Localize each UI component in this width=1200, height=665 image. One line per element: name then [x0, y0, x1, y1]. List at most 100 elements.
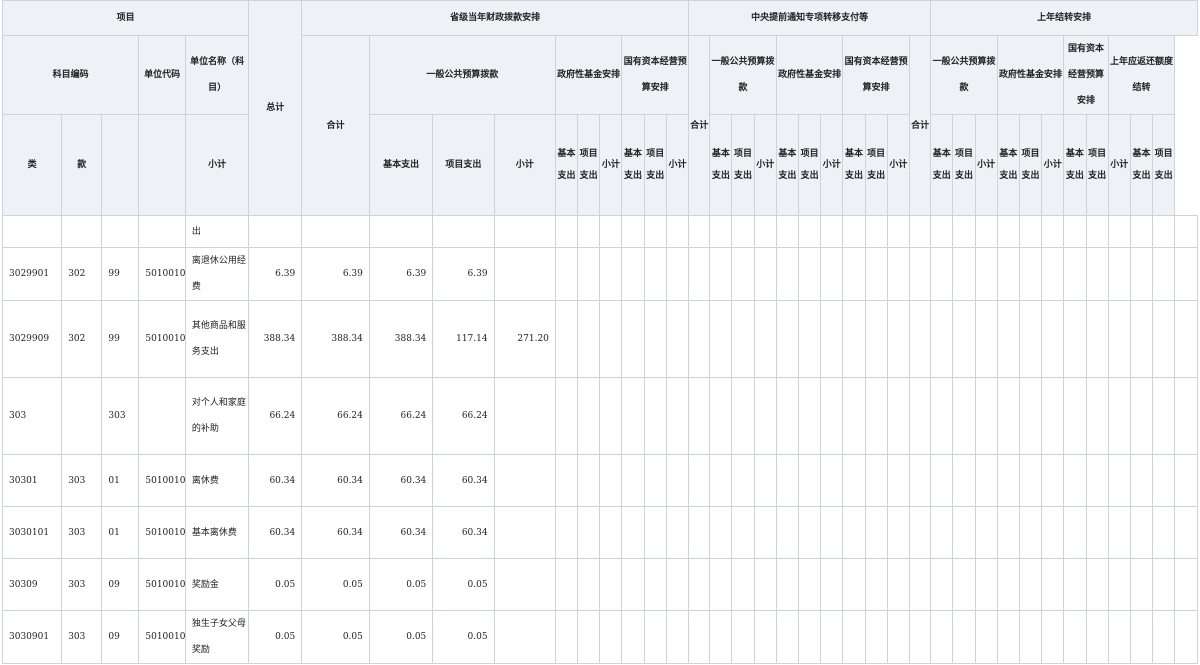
- empty-cell: [1129, 300, 1154, 378]
- empty-cell: [952, 247, 976, 301]
- empty-cell: [1152, 610, 1176, 664]
- cell-total: [248, 215, 303, 248]
- header-v-subtotal: 小计: [493, 114, 556, 216]
- empty-cell: [886, 377, 910, 455]
- empty-cell: [864, 215, 888, 248]
- empty-cell: [974, 558, 998, 611]
- empty-cell: [688, 610, 711, 664]
- cell-subject-code: 303: [1, 377, 63, 455]
- empty-cell: [554, 215, 579, 248]
- empty-cell: [974, 506, 998, 559]
- empty-cell: [798, 506, 822, 559]
- empty-cell: [864, 300, 888, 378]
- cell-basic: 117.14: [432, 300, 495, 378]
- empty-cell: [709, 558, 733, 611]
- empty-cell: [1063, 454, 1087, 507]
- empty-cell: [908, 454, 932, 507]
- empty-cell: [886, 506, 910, 559]
- cell-subtotal: [368, 215, 434, 248]
- empty-cell: [1107, 610, 1131, 664]
- cell-total: 388.34: [248, 300, 303, 378]
- cell-sum: [301, 215, 370, 248]
- header-gov-fund-province: 政府性基金安排: [554, 35, 623, 115]
- cell-total: 0.05: [248, 558, 303, 611]
- empty-cell: [1129, 610, 1154, 664]
- empty-cell: [930, 300, 954, 378]
- empty-cell: [554, 610, 579, 664]
- empty-cell: [731, 610, 755, 664]
- cell-subject-code: [1, 215, 63, 248]
- empty-cell: [1018, 377, 1043, 455]
- empty-cell: [1085, 247, 1109, 301]
- empty-cell: [798, 247, 822, 301]
- header-sum-province: 合计: [301, 35, 370, 216]
- empty-cell: [1174, 454, 1198, 507]
- cell-subject-code: 30309: [1, 558, 63, 611]
- empty-cell: [1129, 454, 1154, 507]
- table-row: 3030930309501001001奖励金0.050.050.050.05: [1, 558, 1198, 611]
- cell-sum: 6.39: [301, 247, 370, 301]
- cell-project: [493, 558, 556, 611]
- empty-cell: [621, 300, 645, 378]
- empty-cell: [554, 454, 579, 507]
- empty-cell: [621, 377, 645, 455]
- empty-cell: [952, 377, 976, 455]
- empty-cell: [1107, 454, 1131, 507]
- cell-project: [493, 377, 556, 455]
- empty-cell: [775, 247, 800, 301]
- cell-sum: 0.05: [301, 558, 370, 611]
- header-subject-code: 科目编码: [1, 35, 140, 115]
- cell-unit-code: [138, 215, 186, 248]
- empty-cell: [930, 377, 954, 455]
- empty-cell: [554, 377, 579, 455]
- table-row: 302990930299501001001其他商品和服务支出388.34388.…: [1, 300, 1198, 378]
- empty-cell: [886, 247, 910, 301]
- empty-cell: [798, 454, 822, 507]
- empty-cell: [1041, 454, 1065, 507]
- header-unit-name: 单位名称（科目）: [184, 35, 250, 115]
- cell-total: 6.39: [248, 247, 303, 301]
- empty-cell: [864, 558, 888, 611]
- cell-unit-name: 独生子女父母奖励: [184, 610, 250, 664]
- header-v-project: 项目支出: [864, 114, 888, 216]
- cell-subtotal: 388.34: [368, 300, 434, 378]
- empty-cell: [577, 506, 601, 559]
- empty-cell: [577, 300, 601, 378]
- empty-cell: [842, 300, 866, 378]
- empty-cell: [731, 215, 755, 248]
- header-unit-code: 单位代码: [138, 35, 186, 115]
- empty-cell: [1041, 558, 1065, 611]
- empty-cell: [820, 454, 844, 507]
- empty-cell: [709, 247, 733, 301]
- header-v-basic: 基本支出: [621, 114, 645, 216]
- empty-cell: [1085, 506, 1109, 559]
- empty-cell: [554, 506, 579, 559]
- empty-cell: [798, 377, 822, 455]
- empty-cell: [930, 215, 954, 248]
- empty-cell: [820, 506, 844, 559]
- empty-cell: [1129, 558, 1154, 611]
- empty-cell: [599, 610, 623, 664]
- table-row: 出: [1, 215, 1198, 248]
- empty-cell: [974, 247, 998, 301]
- header-sum-central: 合计: [688, 35, 711, 216]
- cell-unit-code: 501001001: [138, 506, 186, 559]
- empty-cell: [775, 215, 800, 248]
- empty-cell: [1107, 506, 1131, 559]
- empty-cell: [1152, 215, 1176, 248]
- cell-basic: 60.34: [432, 506, 495, 559]
- empty-cell: [886, 215, 910, 248]
- empty-cell: [665, 377, 690, 455]
- header-v-project: 项目支出: [1018, 114, 1043, 216]
- empty-cell: [1041, 610, 1065, 664]
- cell-category: 303: [61, 454, 103, 507]
- empty-cell: [1129, 247, 1154, 301]
- cell-unit-name: 出: [184, 215, 250, 248]
- header-state-capital-central: 国有资本经营预算安排: [842, 35, 910, 115]
- empty-cell: [1174, 215, 1198, 248]
- empty-cell: [643, 558, 667, 611]
- empty-cell: [1152, 506, 1176, 559]
- header-v-project: 项目支出: [731, 114, 755, 216]
- cell-paragraph: 01: [101, 454, 140, 507]
- empty-cell: [1129, 377, 1154, 455]
